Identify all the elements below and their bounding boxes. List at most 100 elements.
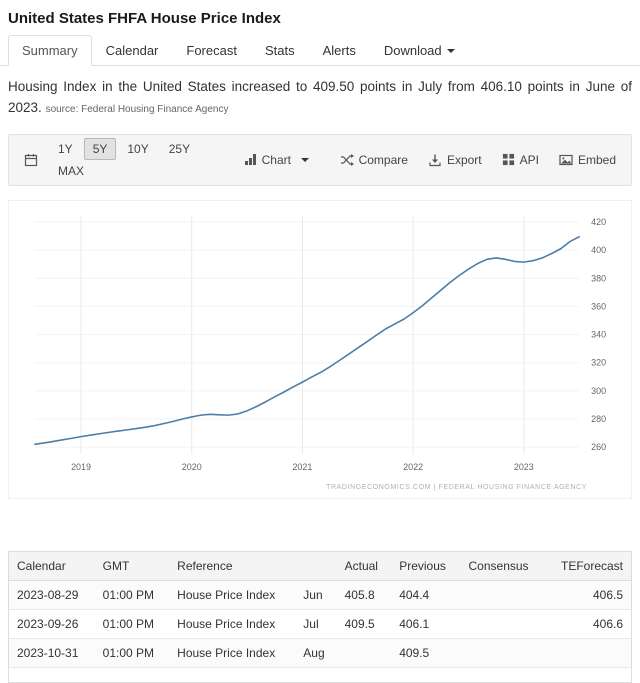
table-cell [169, 667, 295, 682]
svg-text:420: 420 [591, 217, 606, 227]
column-header-actual: Actual [337, 551, 392, 580]
embed-label: Embed [578, 154, 616, 166]
svg-text:260: 260 [591, 442, 606, 452]
table-cell [337, 638, 392, 667]
table-cell: 01:00 PM [95, 638, 170, 667]
calendar-icon [24, 153, 38, 167]
tab-bar: SummaryCalendarForecastStatsAlertsDownlo… [0, 35, 640, 66]
table-cell: 409.5 [337, 609, 392, 638]
svg-text:2022: 2022 [403, 462, 423, 472]
caret-down-icon [301, 158, 309, 162]
bar-chart-icon [244, 153, 257, 166]
caret-down-icon [447, 49, 455, 53]
column-header-month [295, 551, 336, 580]
table-cell [337, 667, 392, 682]
grid-icon [502, 153, 515, 166]
chart-type-label: Chart [262, 154, 291, 166]
column-header-consensus: Consensus [461, 551, 545, 580]
calendar-table: CalendarGMTReference ActualPreviousConsen… [8, 551, 632, 683]
column-header-teforecast: TEForecast [545, 551, 632, 580]
table-cell: House Price Index [169, 609, 295, 638]
table-cell [461, 609, 545, 638]
svg-text:2020: 2020 [182, 462, 202, 472]
range-button-10y[interactable]: 10Y [118, 138, 157, 160]
chart-watermark: TRADINGECONOMICS.COM | FEDERAL HOUSING F… [11, 484, 629, 498]
export-button[interactable]: Export [419, 148, 491, 172]
embed-button[interactable]: Embed [550, 148, 625, 172]
table-cell [295, 667, 336, 682]
table-cell: 2023-08-29 [9, 580, 95, 609]
table-cell [461, 580, 545, 609]
table-cell: Jul [295, 609, 336, 638]
table-row[interactable]: 2023-08-2901:00 PMHouse Price IndexJun40… [9, 580, 632, 609]
table-cell [545, 638, 632, 667]
compare-label: Compare [359, 154, 408, 166]
calendar-range-button[interactable] [15, 148, 47, 172]
table-cell: 409.5 [391, 638, 460, 667]
svg-text:340: 340 [591, 329, 606, 339]
compare-shuffle-icon [340, 153, 354, 167]
tab-summary[interactable]: Summary [8, 35, 92, 66]
svg-text:2021: 2021 [292, 462, 312, 472]
summary-paragraph: Housing Index in the United States incre… [8, 77, 632, 119]
svg-text:320: 320 [591, 358, 606, 368]
table-cell: 2023-10-31 [9, 638, 95, 667]
price-index-chart[interactable]: 260 280 300 320 340 360 380 400 420 2019 2020 2021 2… [8, 200, 632, 499]
api-label: API [520, 154, 539, 166]
table-cell: 406.6 [545, 609, 632, 638]
column-header-previous: Previous [391, 551, 460, 580]
tab-download[interactable]: Download [370, 35, 469, 66]
svg-text:280: 280 [591, 414, 606, 424]
svg-text:360: 360 [591, 301, 606, 311]
table-cell [545, 667, 632, 682]
source-label: source: [46, 104, 79, 115]
table-cell [461, 638, 545, 667]
download-icon [428, 153, 442, 167]
svg-text:300: 300 [591, 386, 606, 396]
chart-toolbar: 1Y5Y10Y25Y MAX Chart [8, 134, 632, 186]
range-button-5y[interactable]: 5Y [84, 138, 117, 160]
table-cell: 01:00 PM [95, 609, 170, 638]
tab-alerts[interactable]: Alerts [309, 35, 370, 66]
tab-stats[interactable]: Stats [251, 35, 309, 66]
table-cell: 405.8 [337, 580, 392, 609]
range-button-max[interactable]: MAX [49, 160, 93, 182]
table-header: CalendarGMTReference ActualPreviousConsen… [9, 551, 632, 580]
table-cell: Jun [295, 580, 336, 609]
range-button-25y[interactable]: 25Y [160, 138, 199, 160]
source-note: source: Federal Housing Finance Agency [46, 104, 229, 115]
compare-button[interactable]: Compare [331, 148, 417, 172]
tab-forecast[interactable]: Forecast [172, 35, 251, 66]
range-button-1y[interactable]: 1Y [49, 138, 82, 160]
tab-calendar[interactable]: Calendar [92, 35, 173, 66]
column-header-gmt: GMT [95, 551, 170, 580]
column-header-calendar: Calendar [9, 551, 95, 580]
line-chart-canvas[interactable]: 260 280 300 320 340 360 380 400 420 2019 2020 2021 2… [11, 205, 629, 484]
range-button-group: 1Y5Y10Y25Y MAX [48, 138, 223, 182]
table-cell [461, 667, 545, 682]
svg-text:2023: 2023 [514, 462, 534, 472]
table-cell: 2023-09-26 [9, 609, 95, 638]
table-cell [9, 667, 95, 682]
table-cell [95, 667, 170, 682]
table-cell: 404.4 [391, 580, 460, 609]
column-header-reference: Reference [169, 551, 295, 580]
source-name: Federal Housing Finance Agency [81, 104, 228, 115]
table-row[interactable]: 2023-09-2601:00 PMHouse Price IndexJul40… [9, 609, 632, 638]
chart-type-button[interactable]: Chart [235, 148, 318, 171]
svg-text:2019: 2019 [71, 462, 91, 472]
svg-text:380: 380 [591, 273, 606, 283]
table-cell: 406.1 [391, 609, 460, 638]
api-button[interactable]: API [493, 148, 548, 171]
export-label: Export [447, 154, 482, 166]
svg-text:400: 400 [591, 245, 606, 255]
page: United States FHFA House Price Index Sum… [0, 10, 640, 683]
table-cell: House Price Index [169, 638, 295, 667]
table-row[interactable]: 2023-10-3101:00 PMHouse Price IndexAug 40… [9, 638, 632, 667]
page-title: United States FHFA House Price Index [8, 10, 632, 27]
table-cell: House Price Index [169, 580, 295, 609]
table-row[interactable] [9, 667, 632, 682]
table-cell: 01:00 PM [95, 580, 170, 609]
table-cell: 406.5 [545, 580, 632, 609]
table-cell: Aug [295, 638, 336, 667]
